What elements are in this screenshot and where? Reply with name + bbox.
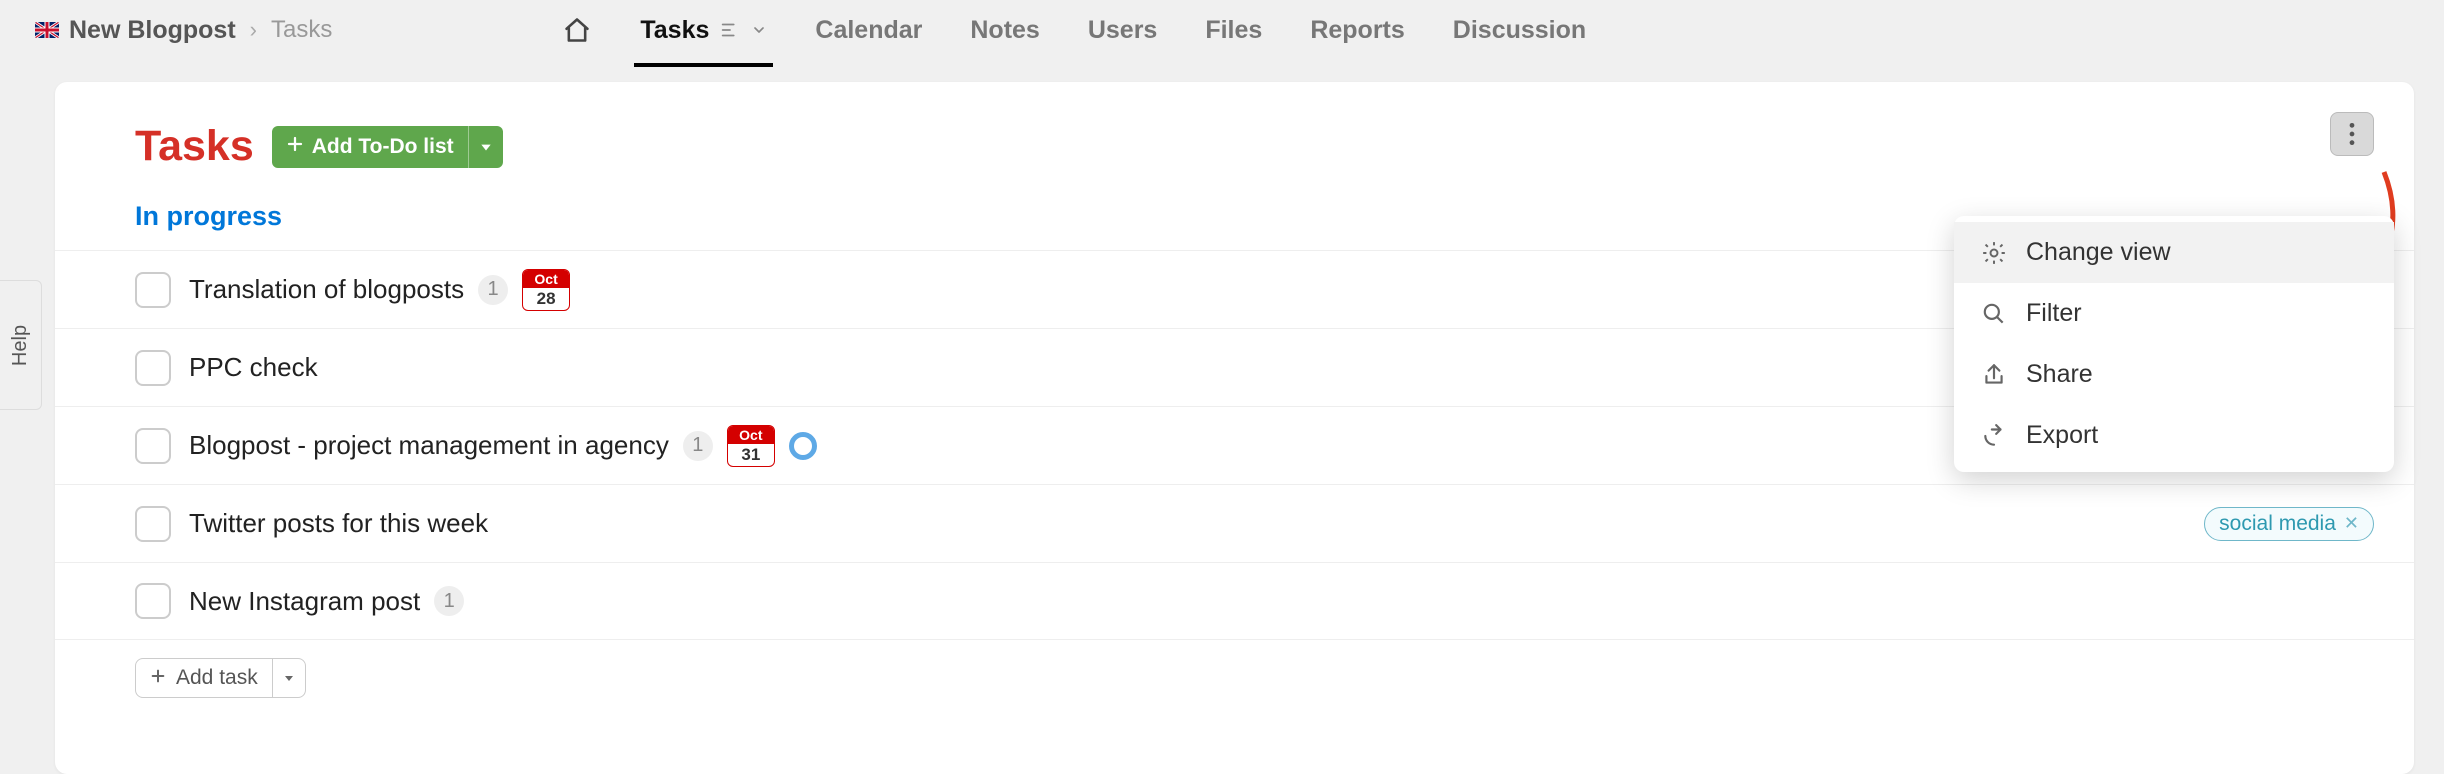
task-checkbox[interactable]	[135, 272, 171, 308]
add-todo-list-button[interactable]: Add To-Do list	[272, 126, 503, 168]
menu-item-label: Change view	[2026, 238, 2171, 267]
flag-icon	[35, 22, 59, 38]
task-row[interactable]: New Instagram post 1	[55, 562, 2414, 640]
task-title: Twitter posts for this week	[189, 508, 488, 539]
nav-tasks-label: Tasks	[640, 16, 709, 45]
breadcrumb-current: Tasks	[271, 16, 332, 44]
date-month: Oct	[728, 426, 774, 444]
help-tab[interactable]: Help	[0, 280, 42, 410]
count-badge: 1	[478, 275, 508, 305]
close-icon[interactable]: ✕	[2344, 513, 2359, 534]
plus-icon	[150, 666, 166, 690]
menu-share[interactable]: Share	[1954, 344, 2394, 405]
search-icon	[1980, 300, 2008, 328]
nav-tasks[interactable]: Tasks	[640, 16, 767, 45]
date-day: 31	[741, 444, 760, 466]
menu-item-label: Export	[2026, 421, 2098, 450]
menu-item-label: Share	[2026, 360, 2093, 389]
menu-export[interactable]: Export	[1954, 405, 2394, 466]
more-options-button[interactable]	[2330, 112, 2374, 156]
add-task-label: Add task	[176, 666, 258, 690]
date-badge: Oct 28	[522, 269, 570, 311]
status-ring-icon	[789, 432, 817, 460]
count-badge: 1	[434, 586, 464, 616]
menu-filter[interactable]: Filter	[1954, 283, 2394, 344]
nav-files[interactable]: Files	[1205, 16, 1262, 45]
date-month: Oct	[523, 270, 569, 288]
nav-notes[interactable]: Notes	[970, 16, 1039, 45]
tag-label: social media	[2219, 512, 2336, 536]
nav-reports[interactable]: Reports	[1310, 16, 1404, 45]
task-title: Blogpost - project management in agency	[189, 430, 669, 461]
add-task-button[interactable]: Add task	[135, 658, 306, 698]
export-icon	[1980, 422, 2008, 450]
date-badge: Oct 31	[727, 425, 775, 467]
menu-change-view[interactable]: Change view	[1954, 222, 2394, 283]
task-title: New Instagram post	[189, 586, 420, 617]
nav-discussion[interactable]: Discussion	[1453, 16, 1586, 45]
list-layout-icon[interactable]	[719, 19, 741, 41]
tag-chip[interactable]: social media ✕	[2204, 507, 2374, 541]
nav-calendar[interactable]: Calendar	[815, 16, 922, 45]
help-label: Help	[9, 324, 32, 365]
menu-item-label: Filter	[2026, 299, 2082, 328]
task-title: PPC check	[189, 352, 318, 383]
add-task-dropdown[interactable]	[272, 659, 305, 697]
content-panel: Tasks Add To-Do list In progress Tr	[55, 82, 2414, 774]
home-icon[interactable]	[562, 15, 592, 45]
date-day: 28	[537, 288, 556, 310]
breadcrumb-project[interactable]: New Blogpost	[69, 16, 236, 45]
plus-icon	[286, 135, 304, 159]
task-checkbox[interactable]	[135, 583, 171, 619]
share-icon	[1980, 361, 2008, 389]
topbar: New Blogpost › Tasks Tasks Calendar Note…	[0, 0, 2444, 60]
nav-users[interactable]: Users	[1088, 16, 1158, 45]
task-row[interactable]: Twitter posts for this week social media…	[55, 484, 2414, 562]
add-list-dropdown[interactable]	[468, 126, 503, 168]
count-badge: 1	[683, 431, 713, 461]
chevron-right-icon: ›	[250, 17, 257, 43]
task-checkbox[interactable]	[135, 350, 171, 386]
add-list-label: Add To-Do list	[312, 135, 454, 159]
task-checkbox[interactable]	[135, 506, 171, 542]
page-title: Tasks	[135, 122, 254, 171]
gear-icon	[1980, 239, 2008, 267]
main-nav: Tasks Calendar Notes Users Files Reports…	[562, 15, 1586, 45]
task-checkbox[interactable]	[135, 428, 171, 464]
chevron-down-icon[interactable]	[751, 22, 767, 38]
options-menu: Change view Filter Share Export	[1954, 216, 2394, 472]
task-title: Translation of blogposts	[189, 274, 464, 305]
